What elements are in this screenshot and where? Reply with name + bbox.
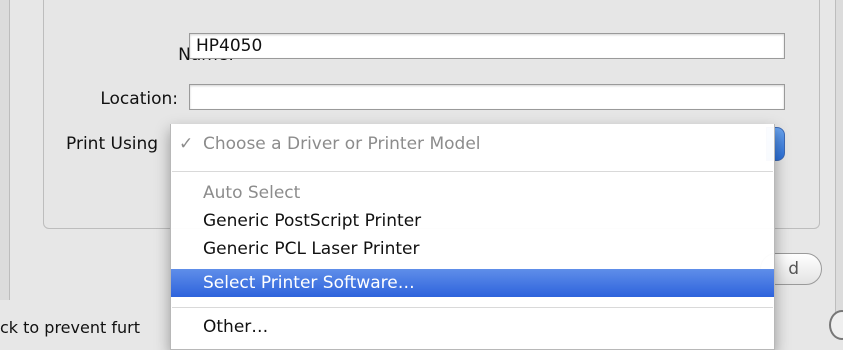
location-label: Location: — [100, 89, 178, 109]
window-left-edge — [0, 0, 10, 300]
checkmark-icon: ✓ — [179, 134, 194, 154]
location-field[interactable] — [189, 84, 785, 110]
menu-item-choose-driver: ✓ Choose a Driver or Printer Model — [171, 130, 774, 158]
menu-item-generic-pcl[interactable]: Generic PCL Laser Printer — [171, 235, 774, 263]
menu-item-label: Generic PostScript Printer — [203, 211, 422, 231]
menu-item-select-printer-software[interactable]: Select Printer Software… — [171, 269, 774, 297]
menu-item-label: Auto Select — [203, 183, 301, 203]
window-right-edge — [835, 0, 843, 320]
menu-item-auto-select: Auto Select — [171, 179, 774, 207]
menu-item-label: Other… — [203, 317, 269, 337]
menu-item-other[interactable]: Other… — [171, 313, 774, 341]
menu-item-generic-postscript[interactable]: Generic PostScript Printer — [171, 207, 774, 235]
partial-button-label: d — [788, 259, 799, 279]
print-using-label: Print Using — [66, 134, 159, 154]
help-button[interactable] — [829, 310, 843, 340]
menu-separator — [172, 307, 773, 308]
driver-popup-menu: ✓ Choose a Driver or Printer Model Auto … — [170, 124, 775, 350]
menu-item-label: Select Printer Software… — [203, 273, 415, 293]
name-field[interactable] — [189, 33, 785, 59]
menu-separator — [172, 171, 773, 172]
menu-item-label: Choose a Driver or Printer Model — [203, 134, 481, 154]
menu-item-label: Generic PCL Laser Printer — [203, 239, 420, 259]
background-checkbox-label: ck to prevent furt — [0, 318, 140, 337]
